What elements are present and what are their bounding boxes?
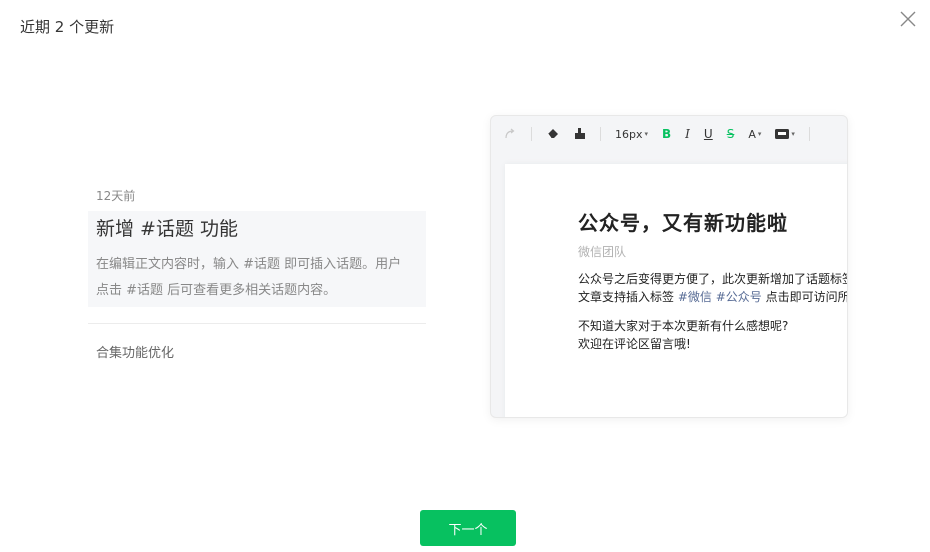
- chevron-down-icon: ▾: [644, 130, 649, 138]
- topic-tag: #微信: [677, 290, 712, 304]
- close-icon: [900, 11, 916, 27]
- underline-icon: U: [703, 127, 713, 141]
- toolbar-separator: [808, 127, 810, 141]
- topic-tag: #公众号: [715, 290, 762, 304]
- italic-icon: I: [685, 127, 690, 141]
- article-line: 公众号之后变得更方便了，此次更新增加了话题标签: [578, 272, 848, 286]
- article-text: 点击即可访问所有: [765, 290, 847, 304]
- next-button[interactable]: 下一个: [420, 510, 516, 546]
- update-item-active[interactable]: 新增 #话题 功能 在编辑正文内容时，输入 #话题 即可插入话题。用户点击 #话…: [88, 211, 426, 307]
- highlight-icon: [775, 129, 790, 139]
- update-date: 12天前: [96, 189, 136, 203]
- chevron-down-icon: ▾: [791, 130, 795, 138]
- font-size-value: 16px: [615, 127, 643, 141]
- preview-image: 16px ▾ B I U S A ▾ ▾ 公众号，又有新功能啦 微信团队 公众号之后…: [490, 115, 848, 418]
- article-line: 文章支持插入标签 #微信 #公众号 点击即可访问所有: [578, 288, 847, 306]
- redo-icon: [503, 124, 517, 144]
- font-color-icon: A: [748, 127, 756, 141]
- divider: [88, 323, 426, 324]
- toolbar-separator: [531, 127, 532, 141]
- bold-icon: B: [662, 127, 672, 141]
- article-title: 公众号，又有新功能啦: [578, 211, 788, 235]
- editor-toolbar: 16px ▾ B I U S A ▾ ▾: [491, 116, 847, 152]
- background-color-select: ▾: [775, 124, 795, 144]
- article-preview: 公众号，又有新功能啦 微信团队 公众号之后变得更方便了，此次更新增加了话题标签 …: [505, 164, 848, 417]
- font-size-select: 16px ▾: [615, 124, 648, 144]
- toolbar-separator: [600, 127, 601, 141]
- dialog-title: 近期 2 个更新: [20, 18, 115, 36]
- update-list: 12天前 新增 #话题 功能 在编辑正文内容时，输入 #话题 即可插入话题。用户…: [88, 186, 426, 364]
- article-line: 不知道大家对于本次更新有什么感想呢?: [578, 319, 789, 333]
- close-button[interactable]: [896, 7, 920, 31]
- chevron-down-icon: ▾: [757, 130, 762, 138]
- article-line: 欢迎在评论区留言哦!: [578, 337, 691, 351]
- eraser-icon: [546, 124, 560, 144]
- article-text: 文章支持插入标签: [578, 290, 678, 304]
- article-paragraph: 公众号之后变得更方便了，此次更新增加了话题标签 文章支持插入标签 #微信 #公众…: [578, 270, 848, 306]
- update-title: 新增 #话题 功能: [96, 218, 238, 240]
- update-description: 在编辑正文内容时，输入 #话题 即可插入话题。用户点击 #话题 后可查看更多相关…: [96, 257, 402, 298]
- strikethrough-icon: S: [726, 127, 735, 141]
- format-brush-icon: [574, 124, 586, 144]
- font-color-select: A ▾: [748, 124, 761, 144]
- update-item[interactable]: 合集功能优化: [88, 344, 426, 364]
- article-paragraph: 不知道大家对于本次更新有什么感想呢? 欢迎在评论区留言哦!: [578, 317, 847, 353]
- article-author: 微信团队: [578, 245, 627, 259]
